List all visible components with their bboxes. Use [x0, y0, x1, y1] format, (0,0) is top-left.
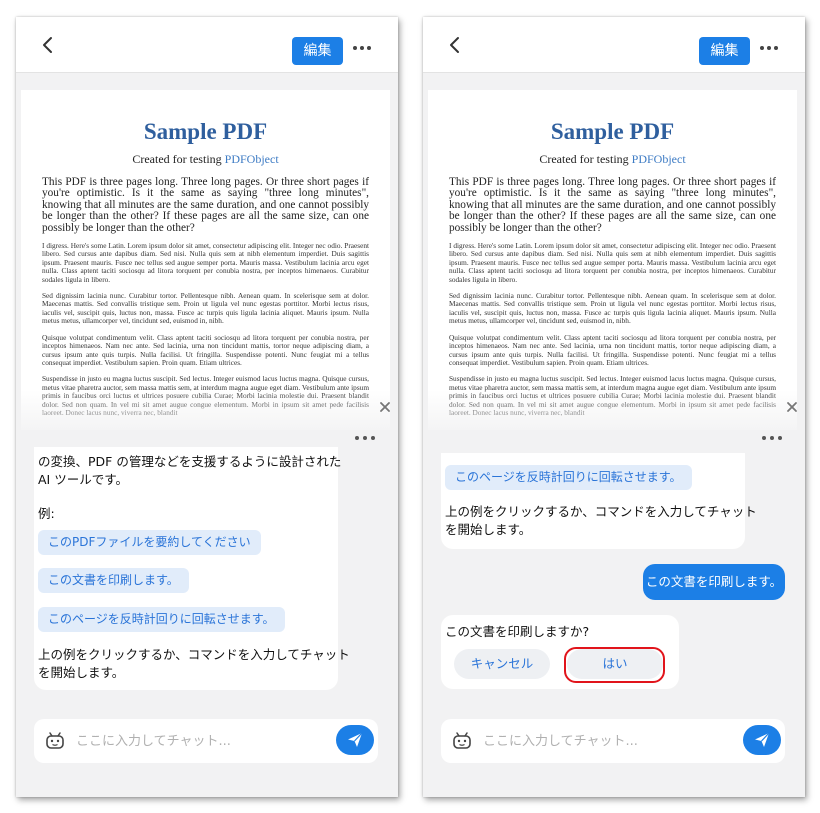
edit-button[interactable]: 編集 — [292, 37, 343, 65]
chat-input[interactable] — [483, 730, 723, 752]
yes-button[interactable]: はい — [567, 649, 663, 679]
send-icon — [348, 732, 363, 747]
pdf-subtitle-text: Created for testing — [539, 152, 632, 166]
cancel-button[interactable]: キャンセル — [454, 649, 550, 679]
panel-more-icon[interactable] — [761, 435, 783, 441]
outro-text-line: を開始します。 — [38, 665, 125, 680]
back-icon[interactable] — [36, 33, 60, 57]
pdf-fade — [428, 390, 797, 430]
back-icon[interactable] — [443, 33, 467, 57]
intro-text-line: の変換、PDF の管理などを支援するように設計された — [38, 454, 342, 469]
more-icon[interactable] — [759, 45, 779, 51]
screen-right: 編集 Sample PDF Created for testing PDFObj… — [423, 17, 805, 797]
pdf-page: Sample PDF Created for testing PDFObject… — [21, 90, 390, 430]
pdf-lead-paragraph: This PDF is three pages long. Three long… — [42, 176, 369, 234]
bot-icon[interactable] — [451, 729, 473, 751]
example-chip-rotate[interactable]: このページを反時計回りに回転させます。 — [445, 465, 692, 490]
pdf-title: Sample PDF — [550, 119, 675, 144]
pdf-fade — [21, 390, 390, 430]
app-bar: 編集 — [16, 17, 398, 73]
app-bar: 編集 — [423, 17, 805, 73]
outro-text-line: 上の例をクリックするか、コマンドを入力してチャット — [445, 504, 757, 519]
bot-icon[interactable] — [44, 729, 66, 751]
assistant-message: の変換、PDF の管理などを支援するように設計された AI ツールです。 例: … — [34, 447, 350, 690]
close-icon[interactable] — [378, 400, 392, 414]
outro-text-line: を開始します。 — [445, 522, 532, 537]
chat-input[interactable] — [76, 730, 316, 752]
confirm-question: この文書を印刷しますか? — [445, 624, 590, 639]
edit-button[interactable]: 編集 — [699, 37, 750, 65]
chat-input-bar — [34, 719, 378, 763]
panel-more-icon[interactable] — [354, 435, 376, 441]
pdf-subtitle-text: Created for testing — [132, 152, 225, 166]
confirm-dialog: この文書を印刷しますか? キャンセル はい — [441, 615, 679, 689]
pdf-paragraph: I digress. Here's some Latin. Lorem ipsu… — [449, 241, 776, 284]
user-message[interactable]: この文書を印刷します。 — [643, 564, 785, 600]
pdf-paragraph: I digress. Here's some Latin. Lorem ipsu… — [42, 241, 369, 284]
pdf-subtitle: Created for testing PDFObject — [449, 152, 776, 167]
example-chip-rotate[interactable]: このページを反時計回りに回転させます。 — [38, 607, 285, 632]
examples-label: 例: — [38, 506, 55, 521]
example-chip-summarize[interactable]: このPDFファイルを要約してください — [38, 530, 261, 555]
pdf-subtitle: Created for testing PDFObject — [42, 152, 369, 167]
pdf-paragraph: Sed dignissim lacinia nunc. Curabitur to… — [42, 291, 369, 326]
pdf-subtitle-link[interactable]: PDFObject — [632, 152, 686, 166]
intro-text-line: AI ツールです。 — [38, 472, 128, 487]
send-button[interactable] — [743, 725, 781, 755]
example-chip-print[interactable]: この文書を印刷します。 — [38, 568, 189, 593]
pdf-paragraph: Quisque volutpat condimentum velit. Clas… — [42, 332, 369, 367]
assistant-message: このページを反時計回りに回転させます。 上の例をクリックするか、コマンドを入力し… — [441, 453, 757, 549]
pdf-lead-paragraph: This PDF is three pages long. Three long… — [449, 176, 776, 234]
close-icon[interactable] — [785, 400, 799, 414]
send-button[interactable] — [336, 725, 374, 755]
pdf-title: Sample PDF — [143, 119, 268, 144]
pdf-subtitle-link[interactable]: PDFObject — [225, 152, 279, 166]
more-icon[interactable] — [352, 45, 372, 51]
pdf-page: Sample PDF Created for testing PDFObject… — [428, 90, 797, 430]
outro-text-line: 上の例をクリックするか、コマンドを入力してチャット — [38, 647, 350, 662]
chat-input-bar — [441, 719, 785, 763]
screen-left: 編集 Sample PDF Created for testing PDFObj… — [16, 17, 398, 797]
send-icon — [755, 732, 770, 747]
pdf-paragraph: Quisque volutpat condimentum velit. Clas… — [449, 332, 776, 367]
pdf-paragraph: Sed dignissim lacinia nunc. Curabitur to… — [449, 291, 776, 326]
